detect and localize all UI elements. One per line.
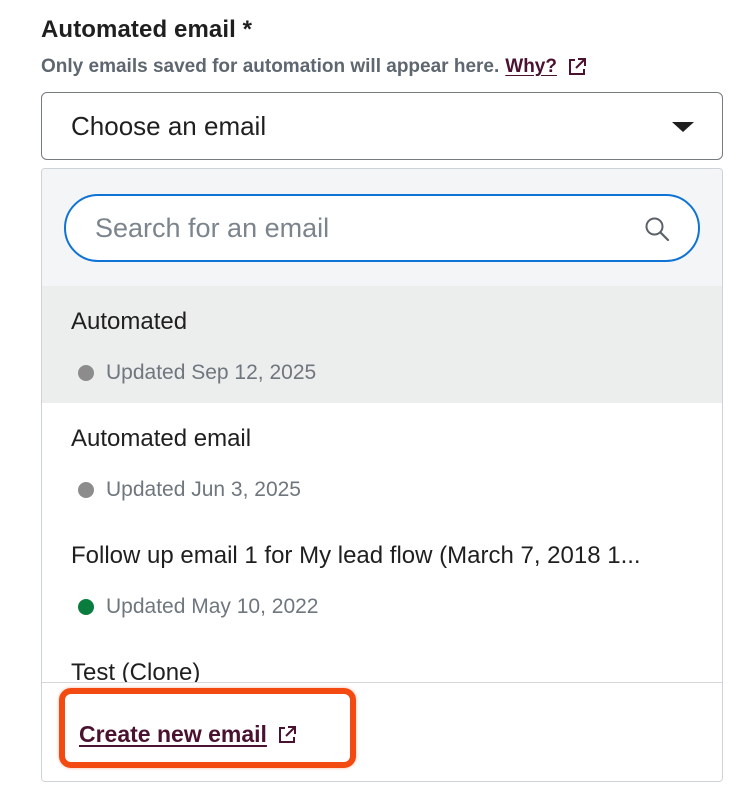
option-title: Automated <box>71 308 188 335</box>
option-meta: Updated Jun 3, 2025 <box>78 478 301 502</box>
list-item[interactable]: Automated email Updated Jun 3, 2025 <box>42 403 722 520</box>
help-row: Only emails saved for automation will ap… <box>41 56 587 78</box>
external-link-icon <box>277 725 297 745</box>
status-dot <box>78 599 94 615</box>
option-updated: Updated Sep 12, 2025 <box>106 361 317 384</box>
select-value: Choose an email <box>71 110 267 141</box>
option-meta: Updated Sep 12, 2025 <box>78 361 316 385</box>
help-text: Only emails saved for automation will ap… <box>41 56 500 77</box>
status-dot <box>78 482 94 498</box>
field-label: Automated email * <box>41 16 253 43</box>
dropdown-footer: Create new email <box>42 682 722 781</box>
option-title: Follow up email 1 for My lead flow (Marc… <box>71 542 641 569</box>
list-item[interactable]: Test (Clone) <box>42 637 722 682</box>
create-link-label: Create new email <box>79 721 267 747</box>
external-link-icon[interactable] <box>567 57 587 77</box>
email-picker-panel: Automated email * Only emails saved for … <box>0 0 748 796</box>
option-title: Automated email <box>71 425 252 452</box>
search-area <box>42 169 722 286</box>
search-icon[interactable] <box>644 216 670 247</box>
why-link[interactable]: Why? <box>505 56 557 78</box>
option-meta: Updated May 10, 2022 <box>78 595 318 619</box>
email-options-list: Automated Updated Sep 12, 2025 Automated… <box>42 286 722 682</box>
status-dot <box>78 365 94 381</box>
list-item[interactable]: Automated Updated Sep 12, 2025 <box>42 286 722 403</box>
search-box[interactable] <box>64 194 700 262</box>
email-dropdown: Automated Updated Sep 12, 2025 Automated… <box>41 168 723 782</box>
caret-down-icon[interactable] <box>672 122 694 132</box>
create-new-email-link[interactable]: Create new email <box>79 721 297 748</box>
option-updated: Updated May 10, 2022 <box>106 595 319 618</box>
option-title: Test (Clone) <box>71 659 201 682</box>
option-updated: Updated Jun 3, 2025 <box>106 478 301 501</box>
list-item[interactable]: Follow up email 1 for My lead flow (Marc… <box>42 520 722 637</box>
email-select[interactable]: Choose an email <box>41 92 723 160</box>
search-input[interactable] <box>93 211 617 245</box>
